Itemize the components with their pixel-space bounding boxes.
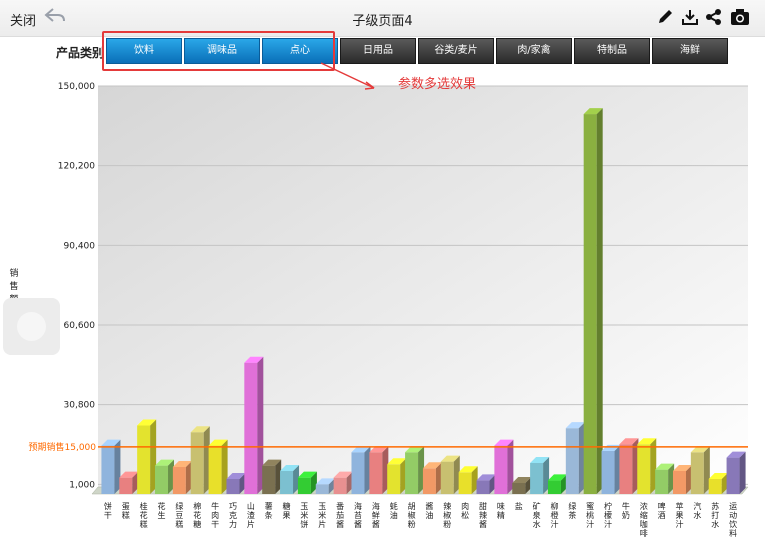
x-tick-label: 花生: [158, 501, 166, 520]
bar[interactable]: [280, 464, 300, 494]
x-tick-label: 薯条: [265, 501, 273, 520]
x-tick-label: 浓缩咖啡: [640, 502, 648, 538]
bar[interactable]: [458, 466, 478, 494]
download-icon[interactable]: [681, 8, 699, 30]
y-tick-label: 1,000: [69, 480, 95, 490]
bar[interactable]: [101, 439, 121, 494]
filter-option[interactable]: 肉/家禽: [496, 38, 572, 64]
y-tick-label: 150,000: [58, 82, 95, 92]
bar[interactable]: [672, 464, 692, 494]
pencil-icon[interactable]: [656, 8, 674, 30]
x-tick-label: 蛋糕: [122, 502, 130, 520]
bar[interactable]: [190, 426, 210, 494]
target-line-label: 预期销售15,000: [29, 441, 97, 453]
bar[interactable]: [262, 459, 282, 494]
x-tick-label: 柳橙汁: [550, 501, 558, 529]
bar[interactable]: [155, 459, 175, 494]
x-tick-label: 肉松: [461, 501, 469, 520]
x-tick-label: 柠檬汁: [604, 501, 612, 529]
x-tick-label: 苹果汁: [675, 501, 683, 529]
filter-option[interactable]: 海鲜: [652, 38, 728, 64]
bar[interactable]: [655, 463, 675, 494]
camera-icon[interactable]: [730, 8, 750, 30]
filter-label: 产品类别: [56, 46, 105, 60]
bar[interactable]: [333, 471, 353, 494]
x-tick-label: 糖果: [283, 501, 291, 520]
bar[interactable]: [119, 471, 139, 494]
x-tick-label: 棉花糖: [193, 501, 201, 529]
floating-button[interactable]: [3, 298, 60, 355]
x-tick-label: 绿豆糕: [175, 502, 183, 529]
plot-backwall: [98, 86, 748, 487]
x-tick-label: 海苔酱: [354, 501, 362, 529]
highlight-box: [102, 31, 335, 71]
x-tick-label: 啤酒: [658, 501, 666, 520]
bar[interactable]: [297, 471, 317, 494]
bar[interactable]: [351, 446, 371, 494]
bar[interactable]: [405, 446, 425, 494]
x-tick-label: 胡椒粉: [408, 501, 416, 529]
bar[interactable]: [226, 472, 246, 494]
x-tick-label: 玉米饼: [300, 502, 308, 529]
bar[interactable]: [369, 446, 389, 494]
bar[interactable]: [208, 439, 228, 494]
bar[interactable]: [583, 108, 603, 494]
x-tick-label: 甜辣酱: [479, 501, 487, 529]
x-tick-label: 牛奶: [622, 501, 630, 520]
x-tick-label: 味精: [497, 501, 505, 520]
annotation-text: 参数多选效果: [398, 77, 477, 92]
bar[interactable]: [690, 446, 710, 494]
x-tick-label: 盐: [515, 501, 523, 511]
bar[interactable]: [530, 456, 550, 494]
filter-option[interactable]: 特制品: [574, 38, 650, 64]
bar[interactable]: [494, 439, 514, 494]
bar[interactable]: [172, 460, 192, 494]
x-tick-label: 巧克力: [229, 502, 237, 529]
share-icon[interactable]: [705, 8, 723, 30]
bar[interactable]: [708, 472, 728, 494]
x-tick-label: 海鲜酱: [372, 501, 380, 529]
x-tick-label: 辣椒粉: [443, 501, 451, 529]
x-tick-label: 饼干: [104, 501, 112, 520]
x-tick-label: 绿茶: [568, 502, 576, 520]
x-tick-label: 汽水: [693, 501, 701, 520]
bar[interactable]: [137, 419, 157, 494]
x-tick-label: 蜜桃汁: [586, 501, 594, 529]
x-tick-label: 矿泉水: [533, 501, 541, 529]
x-tick-label: 山渣片: [247, 501, 255, 529]
x-tick-label: 苏打水: [711, 501, 719, 529]
x-tick-label: 酱油: [425, 501, 433, 520]
y-tick-label: 90,400: [64, 241, 96, 251]
y-tick-label: 120,200: [58, 162, 95, 172]
annotation-arrow-icon: [320, 62, 375, 90]
x-tick-label: 玉米片: [318, 502, 326, 529]
filter-option[interactable]: 谷类/麦片: [418, 38, 494, 64]
bar[interactable]: [601, 444, 621, 494]
y-tick-label: 60,600: [64, 321, 96, 331]
page-title: 子级页面4: [352, 14, 413, 29]
bar[interactable]: [440, 455, 460, 494]
x-tick-label: 桂花糕: [140, 501, 148, 529]
bar[interactable]: [565, 422, 585, 494]
x-tick-label: 蚝油: [390, 501, 398, 520]
x-tick-label: 运动饮料: [729, 502, 737, 538]
bar[interactable]: [244, 356, 264, 494]
x-tick-label: 番茄酱: [336, 501, 344, 529]
y-tick-label: 30,800: [64, 401, 96, 411]
bar[interactable]: [726, 451, 746, 494]
bar[interactable]: [387, 458, 407, 494]
x-tick-label: 牛肉干: [211, 501, 219, 529]
bar[interactable]: [422, 462, 442, 494]
